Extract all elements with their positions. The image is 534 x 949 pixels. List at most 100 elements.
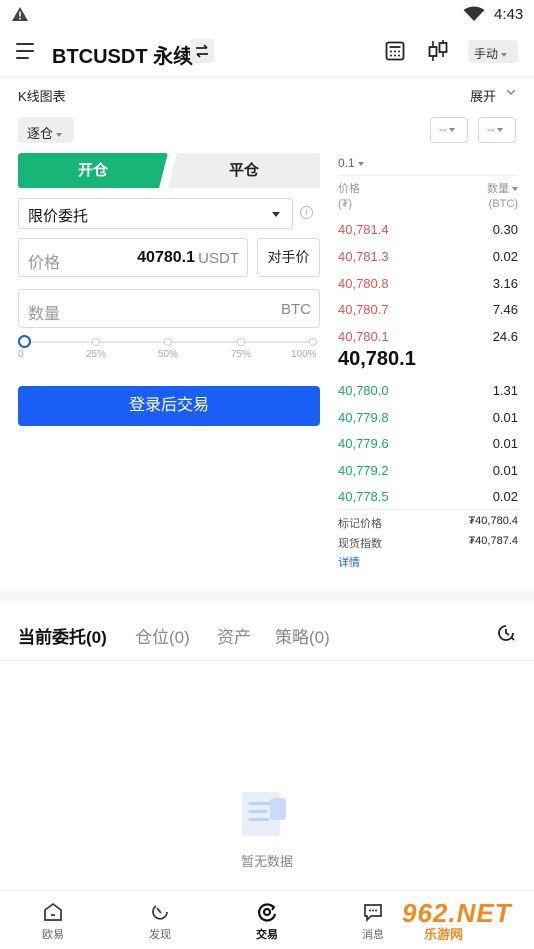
nav-home-label: 欧易 xyxy=(42,929,64,941)
precision-selector[interactable]: 0.1 xyxy=(338,156,364,170)
ask-row[interactable]: 40,780.8 3.16 xyxy=(338,274,518,294)
chevron-down-icon xyxy=(512,187,518,192)
wifi-icon xyxy=(463,6,485,21)
slider-node[interactable] xyxy=(309,338,317,346)
section-divider xyxy=(0,591,534,601)
details-link[interactable]: 详情 xyxy=(338,554,360,570)
ask-row[interactable]: 40,781.3 0.02 xyxy=(338,247,518,267)
discover-icon xyxy=(152,905,168,920)
nav-trade[interactable]: 交易 xyxy=(237,901,297,942)
leverage-short-button[interactable]: -- xyxy=(478,117,516,143)
price-column-header: 价格 (₮) xyxy=(338,182,360,212)
bid-price: 40,779.6 xyxy=(338,436,389,451)
quantity-placeholder: 数量 xyxy=(28,306,61,323)
chevron-down-icon xyxy=(449,128,456,133)
nav-discover[interactable]: 发现 xyxy=(130,901,190,942)
price-value[interactable]: 40780.1 xyxy=(137,249,195,267)
leverage-long-button[interactable]: -- xyxy=(430,117,468,143)
quantity-column-header[interactable]: 数量 (BTC) xyxy=(487,182,518,212)
nav-trade-label: 交易 xyxy=(256,929,278,941)
bid-row[interactable]: 40,779.2 0.01 xyxy=(338,461,518,481)
bid-row[interactable]: 40,780.0 1.31 xyxy=(338,381,518,401)
order-type-select[interactable]: 限价委托 xyxy=(18,198,293,229)
chevron-down-icon xyxy=(357,161,364,166)
quantity-input[interactable]: 数量 BTC xyxy=(18,289,320,328)
history-icon[interactable] xyxy=(496,623,516,643)
divider xyxy=(338,175,518,176)
tab-assets[interactable]: 资产 xyxy=(217,623,251,648)
tab-current-orders[interactable]: 当前委托(0) xyxy=(18,623,107,648)
index-price-row: 现货指数 ₮40,787.4 xyxy=(338,535,518,551)
bid-qty: 0.01 xyxy=(492,410,518,425)
ask-qty: 24.6 xyxy=(492,329,518,344)
bid-qty: 0.01 xyxy=(492,463,518,478)
tab-positions[interactable]: 仓位(0) xyxy=(135,623,190,648)
ask-price: 40,780.7 xyxy=(338,302,389,317)
slider-node[interactable] xyxy=(237,338,245,346)
bid-qty: 0.01 xyxy=(492,436,518,451)
chevron-down-icon xyxy=(501,52,508,57)
ask-qty: 0.30 xyxy=(492,222,518,237)
margin-mode-label: 逐仓 xyxy=(27,126,54,141)
chevron-down-icon[interactable] xyxy=(505,86,517,98)
ask-qty: 0.02 xyxy=(492,249,518,264)
pair-title[interactable]: BTCUSDT 永续 xyxy=(52,40,193,69)
calculator-icon[interactable] xyxy=(385,41,405,61)
top-bar: BTCUSDT 永续 手动 xyxy=(0,30,534,76)
slider-tick: 50% xyxy=(158,349,179,360)
home-icon xyxy=(44,902,62,921)
counterparty-price-button[interactable]: 对手价 xyxy=(257,238,320,277)
orders-tabs: 当前委托(0) 仓位(0) 资产 策略(0) xyxy=(0,601,534,661)
leverage-long-label: -- xyxy=(439,124,447,136)
ask-row[interactable]: 40,780.1 24.6 xyxy=(338,327,518,347)
margin-mode-button[interactable]: 逐仓 xyxy=(18,117,74,143)
bid-qty: 1.31 xyxy=(492,383,518,398)
candlestick-icon[interactable] xyxy=(427,39,449,63)
bid-row[interactable]: 40,778.5 0.02 xyxy=(338,487,518,507)
slider-tick: 75% xyxy=(231,349,252,360)
mark-price-label: 标记价格 xyxy=(338,518,382,530)
ask-row[interactable]: 40,781.4 0.30 xyxy=(338,220,518,240)
mode-selector[interactable]: 手动 xyxy=(468,40,518,63)
kline-row[interactable]: K线图表 展开 xyxy=(0,77,534,107)
slider-tick: 0 xyxy=(18,349,24,360)
menu-icon[interactable] xyxy=(16,43,36,61)
bid-row[interactable]: 40,779.8 0.01 xyxy=(338,408,518,428)
last-price[interactable]: 40,780.1 xyxy=(338,348,416,371)
warning-icon xyxy=(12,7,28,21)
ask-qty: 7.46 xyxy=(492,302,518,317)
bid-price: 40,780.0 xyxy=(338,383,389,398)
ask-price: 40,781.3 xyxy=(338,249,389,264)
ask-price: 40,780.1 xyxy=(338,329,389,344)
empty-state-text: 暂无数据 xyxy=(240,854,293,869)
price-input[interactable]: 价格 40780.1 USDT xyxy=(18,238,248,277)
ask-row[interactable]: 40,780.7 7.46 xyxy=(338,300,518,320)
chevron-down-icon xyxy=(56,132,63,137)
dropdown-arrow-icon xyxy=(272,212,280,217)
tab-strategy[interactable]: 策略(0) xyxy=(275,623,330,648)
order-type-label: 限价委托 xyxy=(28,208,89,225)
tab-open[interactable]: 开仓 xyxy=(18,153,168,188)
slider-node[interactable] xyxy=(92,338,100,346)
nav-home[interactable]: 欧易 xyxy=(23,901,83,942)
slider-node[interactable] xyxy=(164,338,172,346)
qty-header-unit: (BTC) xyxy=(488,198,518,210)
expand-label[interactable]: 展开 xyxy=(470,86,496,105)
tab-close[interactable]: 平仓 xyxy=(168,153,320,188)
mode-label: 手动 xyxy=(474,47,499,61)
ask-qty: 3.16 xyxy=(492,276,518,291)
kline-label: K线图表 xyxy=(18,89,66,104)
status-time: 4:43 xyxy=(494,6,524,23)
price-header-unit: (₮) xyxy=(338,198,353,210)
trade-icon xyxy=(258,903,277,922)
login-to-trade-button[interactable]: 登录后交易 xyxy=(18,386,320,426)
bid-qty: 0.02 xyxy=(492,489,518,504)
swap-icon[interactable] xyxy=(190,39,214,63)
slider-thumb[interactable] xyxy=(18,335,31,348)
index-price-label: 现货指数 xyxy=(338,538,382,550)
ask-price: 40,781.4 xyxy=(338,222,389,237)
quantity-slider[interactable]: 0 25% 50% 75% 100% xyxy=(18,335,320,361)
bid-row[interactable]: 40,779.6 0.01 xyxy=(338,434,518,454)
price-label: 价格 xyxy=(28,255,61,272)
info-icon[interactable]: i xyxy=(300,206,313,219)
